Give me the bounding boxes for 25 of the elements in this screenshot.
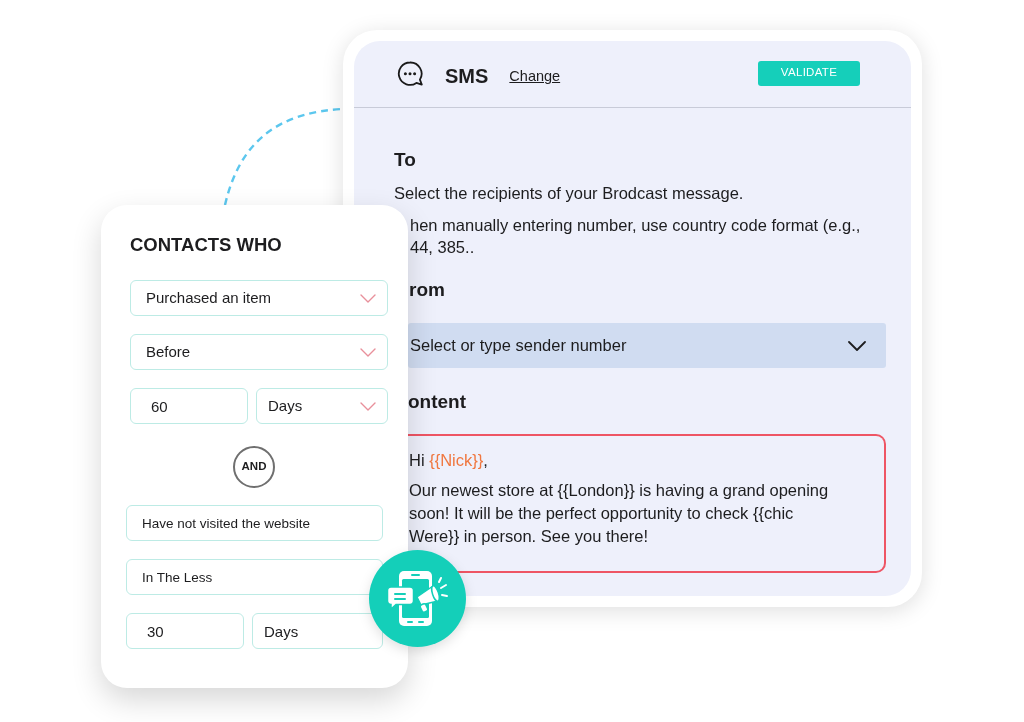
chat-bubble-icon xyxy=(397,61,423,87)
note-text: hen manually entering number, use country code format (e.g., 44, 385.. xyxy=(410,215,862,258)
chevron-down-icon xyxy=(360,347,376,357)
greeting-text: Hi {{Nick}}, xyxy=(408,450,488,471)
channel-title: SMS xyxy=(445,63,489,88)
chevron-down-icon xyxy=(848,341,866,351)
condition-dropdown[interactable]: Before xyxy=(130,334,388,370)
condition-dropdown[interactable]: Days xyxy=(256,388,388,424)
condition-dropdown[interactable]: Purchased an item xyxy=(130,280,388,316)
change-link[interactable]: Change xyxy=(509,67,561,85)
condition-input[interactable]: Days xyxy=(252,613,383,649)
condition-input[interactable]: Have not visited the website xyxy=(126,505,383,541)
message-text: Our newest store at {{London}} is having a grand opening soon! It will be the perfect opportunity to check {{chic Were}} in person. See you there! xyxy=(408,480,830,547)
condition-input[interactable]: 30 xyxy=(126,613,244,649)
section-heading: ontent xyxy=(408,390,467,414)
chevron-down-icon xyxy=(360,401,376,411)
card-title: CONTACTS WHO xyxy=(130,233,282,257)
logic-operator: AND xyxy=(233,446,275,488)
condition-input[interactable]: In The Less xyxy=(126,559,383,595)
description-text: Select the recipients of your Brodcast message. xyxy=(394,183,744,204)
condition-input[interactable]: 60 xyxy=(130,388,248,424)
chevron-down-icon xyxy=(360,293,376,303)
sender-select[interactable]: Select or type sender number xyxy=(408,323,886,368)
section-heading: rom xyxy=(409,278,445,302)
section-heading: To xyxy=(394,148,416,172)
